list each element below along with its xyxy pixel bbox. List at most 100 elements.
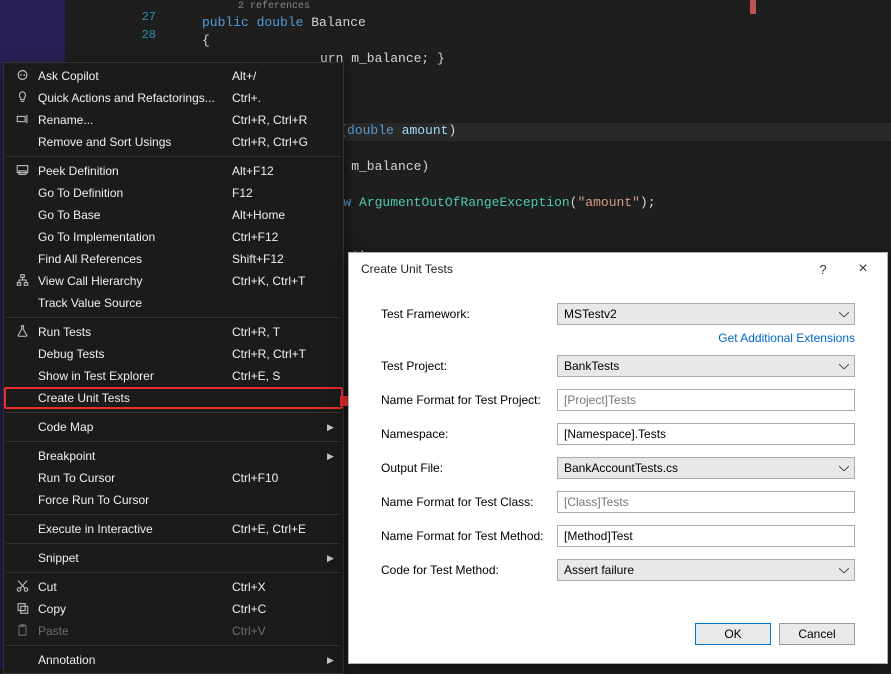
- create-unit-tests-dialog: Create Unit Tests ? × Test Framework: MS…: [348, 252, 888, 664]
- menu-item-label: Code Map: [34, 420, 232, 434]
- menu-item-label: Breakpoint: [34, 449, 232, 463]
- codelens-references[interactable]: 2 references: [180, 1, 891, 15]
- menu-item-label: Go To Definition: [34, 186, 232, 200]
- menu-item-quick-actions-and-refactorings[interactable]: Quick Actions and Refactorings...Ctrl+.: [4, 87, 343, 109]
- name-format-project-input[interactable]: [557, 389, 855, 411]
- menu-item-label: Force Run To Cursor: [34, 493, 232, 507]
- menu-item-find-all-references[interactable]: Find All ReferencesShift+F12: [4, 248, 343, 270]
- dialog-body: Test Framework: MSTestv2 Get Additional …: [349, 285, 887, 623]
- menu-item-force-run-to-cursor[interactable]: Force Run To Cursor: [4, 489, 343, 511]
- punct: );: [640, 195, 656, 210]
- menu-item-rename[interactable]: Rename...Ctrl+R, Ctrl+R: [4, 109, 343, 131]
- code-for-method-label: Code for Test Method:: [381, 563, 557, 577]
- menu-item-run-to-cursor[interactable]: Run To CursorCtrl+F10: [4, 467, 343, 489]
- cut-icon: [10, 579, 34, 596]
- menu-item-cut[interactable]: CutCtrl+X: [4, 576, 343, 598]
- copilot-icon: [10, 68, 34, 85]
- submenu-arrow-icon: ▶: [327, 422, 337, 433]
- menu-item-label: Find All References: [34, 252, 232, 266]
- namespace-label: Namespace:: [381, 427, 557, 441]
- parameter: amount: [402, 123, 449, 138]
- editor-context-menu[interactable]: Ask CopilotAlt+/Quick Actions and Refact…: [3, 62, 344, 674]
- name-format-class-label: Name Format for Test Class:: [381, 495, 557, 509]
- test-project-label: Test Project:: [381, 359, 557, 373]
- menu-item-label: Debug Tests: [34, 347, 232, 361]
- menu-item-snippet[interactable]: Snippet ▶: [4, 547, 343, 569]
- menu-item-run-tests[interactable]: Run TestsCtrl+R, T: [4, 321, 343, 343]
- menu-item-label: Cut: [34, 580, 232, 594]
- menu-item-label: View Call Hierarchy: [34, 274, 232, 288]
- output-file-select[interactable]: BankAccountTests.cs: [557, 457, 855, 479]
- paste-icon: [10, 623, 34, 640]
- menu-item-debug-tests[interactable]: Debug TestsCtrl+R, Ctrl+T: [4, 343, 343, 365]
- menu-item-execute-in-interactive[interactable]: Execute in InteractiveCtrl+E, Ctrl+E: [4, 518, 343, 540]
- menu-item-label: Snippet: [34, 551, 232, 565]
- menu-item-show-in-test-explorer[interactable]: Show in Test ExplorerCtrl+E, S: [4, 365, 343, 387]
- menu-item-go-to-base[interactable]: Go To BaseAlt+Home: [4, 204, 343, 226]
- menu-item-peek-definition[interactable]: Peek DefinitionAlt+F12: [4, 160, 343, 182]
- menu-separator: [6, 412, 341, 413]
- type-name: ArgumentOutOfRangeException: [359, 195, 570, 210]
- peek-icon: [10, 163, 34, 180]
- menu-separator: [6, 645, 341, 646]
- help-button[interactable]: ?: [803, 255, 843, 283]
- menu-item-go-to-definition[interactable]: Go To DefinitionF12: [4, 182, 343, 204]
- menu-item-shortcut: Alt+F12: [232, 164, 327, 178]
- menu-item-paste: PasteCtrl+V: [4, 620, 343, 642]
- menu-separator: [6, 441, 341, 442]
- menu-item-code-map[interactable]: Code Map ▶: [4, 416, 343, 438]
- menu-item-label: Go To Base: [34, 208, 232, 222]
- get-extensions-link[interactable]: Get Additional Extensions: [718, 331, 855, 345]
- keyword: public: [202, 15, 249, 30]
- menu-item-shortcut: Ctrl+X: [232, 580, 327, 594]
- menu-separator: [6, 572, 341, 573]
- line-number: 28: [65, 28, 180, 46]
- menu-item-label: Annotation: [34, 653, 232, 667]
- flask-icon: [10, 324, 34, 341]
- menu-item-shortcut: Ctrl+F10: [232, 471, 327, 485]
- dialog-title: Create Unit Tests: [361, 262, 803, 276]
- paren: ): [448, 123, 456, 138]
- menu-item-label: Show in Test Explorer: [34, 369, 232, 383]
- menu-item-track-value-source[interactable]: Track Value Source: [4, 292, 343, 314]
- menu-item-remove-and-sort-usings[interactable]: Remove and Sort UsingsCtrl+R, Ctrl+G: [4, 131, 343, 153]
- hierarchy-icon: [10, 273, 34, 290]
- menu-item-shortcut: Ctrl+R, T: [232, 325, 327, 339]
- menu-item-label: Copy: [34, 602, 232, 616]
- menu-item-create-unit-tests[interactable]: Create Unit Tests: [4, 387, 343, 409]
- menu-item-shortcut: Ctrl+R, Ctrl+T: [232, 347, 327, 361]
- copy-icon: [10, 601, 34, 618]
- submenu-arrow-icon: ▶: [327, 553, 337, 564]
- menu-item-shortcut: F12: [232, 186, 327, 200]
- identifier: Balance: [311, 15, 366, 30]
- cancel-button[interactable]: Cancel: [779, 623, 855, 645]
- close-button[interactable]: ×: [843, 255, 883, 283]
- menu-item-label: Run Tests: [34, 325, 232, 339]
- menu-item-shortcut: Alt+/: [232, 69, 327, 83]
- name-format-method-label: Name Format for Test Method:: [381, 529, 557, 543]
- menu-item-go-to-implementation[interactable]: Go To ImplementationCtrl+F12: [4, 226, 343, 248]
- namespace-input[interactable]: [557, 423, 855, 445]
- framework-select[interactable]: MSTestv2: [557, 303, 855, 325]
- menu-item-copy[interactable]: CopyCtrl+C: [4, 598, 343, 620]
- menu-item-shortcut: Ctrl+K, Ctrl+T: [232, 274, 327, 288]
- code-for-method-select[interactable]: Assert failure: [557, 559, 855, 581]
- name-format-class-input[interactable]: [557, 491, 855, 513]
- menu-item-label: Go To Implementation: [34, 230, 232, 244]
- menu-item-label: Ask Copilot: [34, 69, 232, 83]
- rename-icon: [10, 112, 34, 129]
- menu-item-breakpoint[interactable]: Breakpoint▶: [4, 445, 343, 467]
- dialog-titlebar[interactable]: Create Unit Tests ? ×: [349, 253, 887, 285]
- test-project-select[interactable]: BankTests: [557, 355, 855, 377]
- dialog-footer: OK Cancel: [349, 623, 887, 663]
- ok-button[interactable]: OK: [695, 623, 771, 645]
- menu-item-shortcut: Ctrl+E, Ctrl+E: [232, 522, 327, 536]
- menu-item-shortcut: Ctrl+F12: [232, 230, 327, 244]
- menu-item-shortcut: Ctrl+R, Ctrl+R: [232, 113, 327, 127]
- output-file-label: Output File:: [381, 461, 557, 475]
- string-literal: "amount": [577, 195, 639, 210]
- keyword: double: [257, 15, 304, 30]
- menu-item-ask-copilot[interactable]: Ask CopilotAlt+/: [4, 65, 343, 87]
- menu-item-view-call-hierarchy[interactable]: View Call HierarchyCtrl+K, Ctrl+T: [4, 270, 343, 292]
- name-format-method-input[interactable]: [557, 525, 855, 547]
